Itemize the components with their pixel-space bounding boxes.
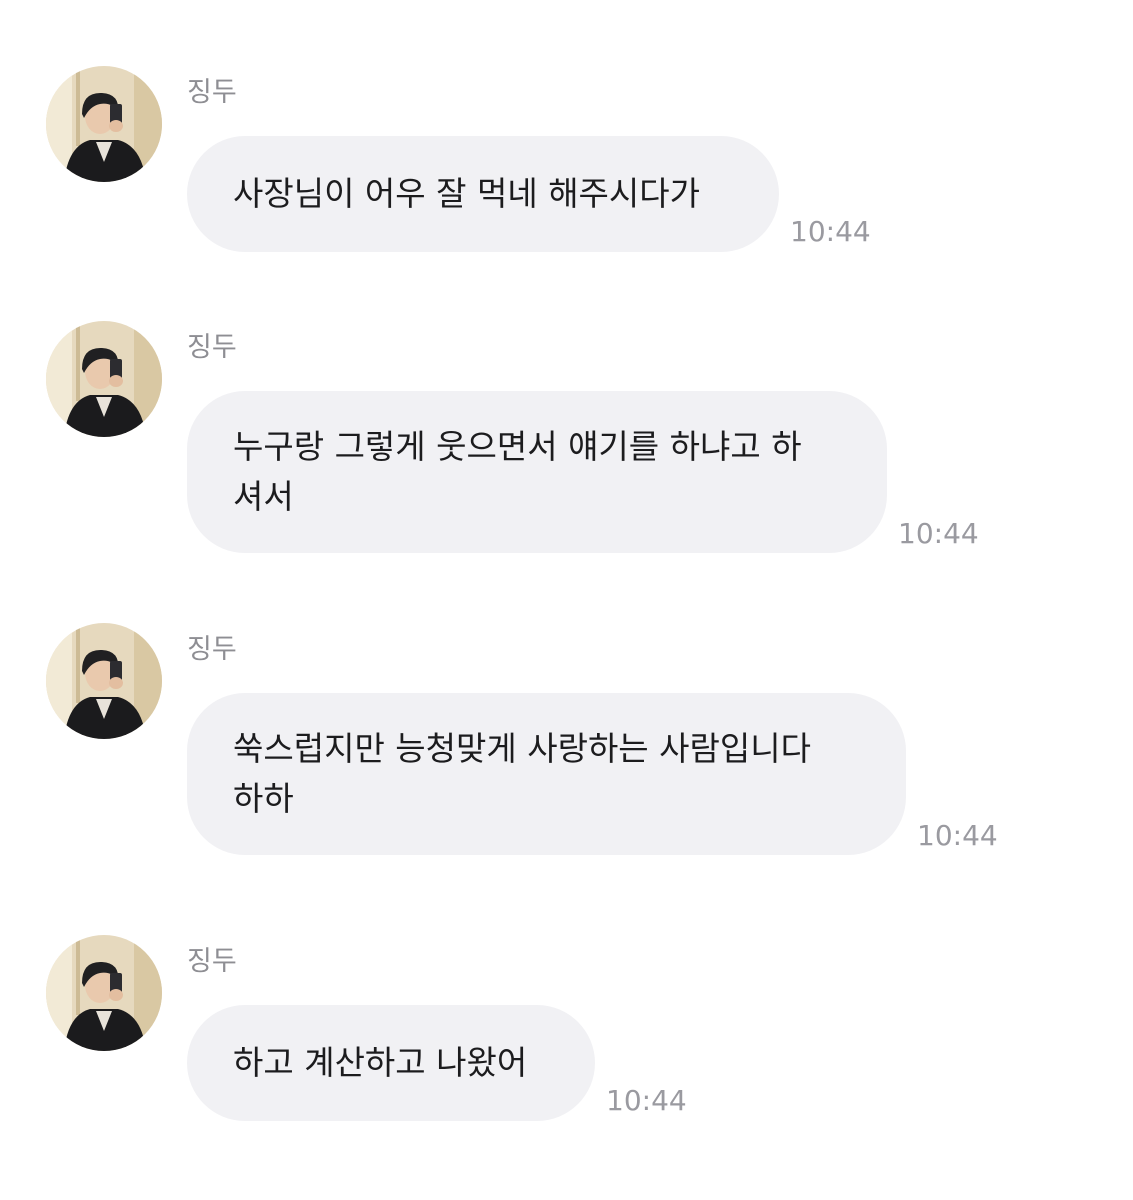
message-text: 사장님이 어우 잘 먹네 해주시다가 <box>233 174 700 213</box>
message-timestamp: 10:44 <box>606 1084 687 1117</box>
sender-name: 징두 <box>187 634 237 665</box>
message-bubble[interactable]: 누구랑 그렇게 웃으면서 얘기를 하냐고 하 셔서 <box>187 391 887 553</box>
message-timestamp: 10:44 <box>790 215 871 248</box>
avatar[interactable] <box>46 66 162 182</box>
avatar[interactable] <box>46 935 162 1051</box>
profile-photo-avatar-icon <box>46 935 162 1051</box>
message-row: 징두 사장님이 어우 잘 먹네 해주시다가 10:44 <box>0 66 1133 256</box>
profile-photo-avatar-icon <box>46 321 162 437</box>
profile-photo-avatar-icon <box>46 623 162 739</box>
message-text: 하고 계산하고 나왔어 <box>233 1043 528 1082</box>
message-timestamp: 10:44 <box>917 819 998 852</box>
message-bubble[interactable]: 사장님이 어우 잘 먹네 해주시다가 <box>187 136 779 252</box>
message-row: 징두 하고 계산하고 나왔어 10:44 <box>0 935 1133 1125</box>
message-bubble[interactable]: 하고 계산하고 나왔어 <box>187 1005 595 1121</box>
message-row: 징두 누구랑 그렇게 웃으면서 얘기를 하냐고 하 셔서 10:44 <box>0 321 1133 561</box>
avatar[interactable] <box>46 623 162 739</box>
message-bubble[interactable]: 쑥스럽지만 능청맞게 사랑하는 사람입니다 하하 <box>187 693 906 855</box>
avatar[interactable] <box>46 321 162 437</box>
message-text: 누구랑 그렇게 웃으면서 얘기를 하냐고 하 셔서 <box>233 427 802 516</box>
message-text: 쑥스럽지만 능청맞게 사랑하는 사람입니다 하하 <box>233 729 811 818</box>
sender-name: 징두 <box>187 332 237 363</box>
sender-name: 징두 <box>187 77 237 108</box>
sender-name: 징두 <box>187 946 237 977</box>
message-timestamp: 10:44 <box>898 517 979 550</box>
profile-photo-avatar-icon <box>46 66 162 182</box>
message-row: 징두 쑥스럽지만 능청맞게 사랑하는 사람입니다 하하 10:44 <box>0 623 1133 863</box>
